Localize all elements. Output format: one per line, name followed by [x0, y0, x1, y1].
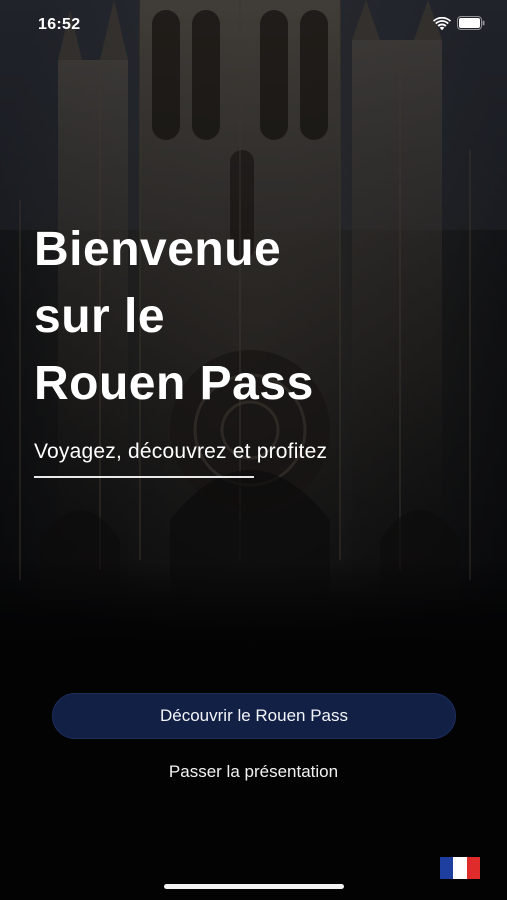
flag-blue-stripe [440, 857, 454, 879]
welcome-title: Bienvenue sur le Rouen Pass [34, 223, 314, 410]
welcome-subtitle: Voyagez, découvrez et profitez [34, 440, 328, 463]
home-indicator[interactable] [164, 884, 344, 889]
flag-white-stripe [453, 857, 467, 879]
subtitle-underline [34, 476, 254, 478]
status-bar: 16:52 [0, 0, 507, 50]
skip-presentation-button[interactable]: Passer la présentation [0, 762, 507, 782]
discover-rouen-pass-button[interactable]: Découvrir le Rouen Pass [52, 693, 456, 739]
status-time: 16:52 [38, 16, 81, 33]
flag-red-stripe [466, 857, 480, 879]
battery-icon [457, 16, 485, 30]
french-flag-icon[interactable] [440, 857, 480, 879]
wifi-icon [433, 17, 451, 31]
